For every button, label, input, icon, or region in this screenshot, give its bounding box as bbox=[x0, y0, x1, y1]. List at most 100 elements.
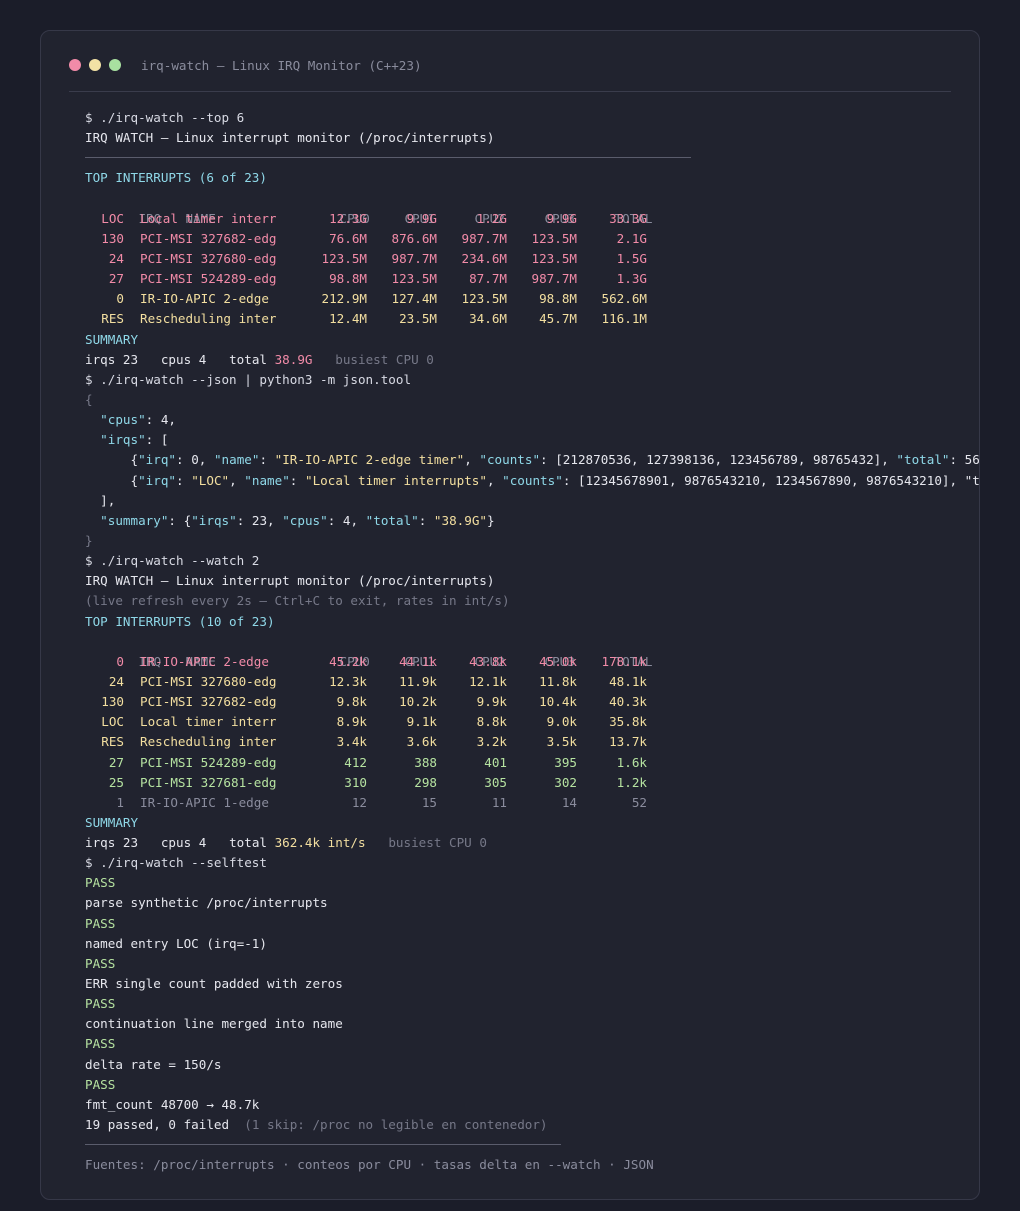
summary-title: SUMMARY bbox=[85, 331, 139, 347]
json-line: } bbox=[85, 532, 93, 548]
cpu3-cell: 14 bbox=[561, 794, 577, 810]
summary-line: irqs 23 cpus 4 total 362.4k int/s busies… bbox=[85, 833, 979, 853]
summary-cpus: cpus 4 bbox=[160, 351, 207, 367]
table-row: 130 PCI-MSI 327682-edg 76.6M 876.6M 987.7M 12… bbox=[85, 229, 979, 249]
minimize-dot-icon[interactable] bbox=[89, 59, 101, 71]
cpu1-cell: 10.2k bbox=[399, 694, 437, 710]
table-row: 24 PCI-MSI 327680-edg 123.5M 987.7M 234.6M 12… bbox=[85, 249, 979, 269]
total-cell: 35.8k bbox=[609, 714, 647, 730]
cpu1-cell: 388 bbox=[414, 754, 437, 770]
summary-irqs: irqs 23 bbox=[85, 835, 139, 851]
cpu0-cell: 9.8k bbox=[336, 694, 367, 710]
banner: IRQ WATCH — Linux interrupt monitor (/pr… bbox=[85, 573, 495, 589]
irq-cell: 130 bbox=[101, 694, 124, 710]
cpu0-cell: 8.9k bbox=[336, 714, 367, 730]
json-line: {"irq": 0, "name": "IR-IO-APIC 2-edge ti… bbox=[130, 452, 980, 468]
cpu2-cell: 34.6M bbox=[469, 311, 507, 327]
command-line: $ ./irq-watch --watch 2 bbox=[85, 553, 260, 569]
test-description: fmt_count 48700 → 48.7k bbox=[85, 1096, 260, 1112]
irq-cell: LOC bbox=[101, 210, 124, 226]
cpu0-cell: 123.5M bbox=[321, 250, 368, 266]
total-cell: 1.2k bbox=[616, 774, 647, 790]
banner: IRQ WATCH — Linux interrupt monitor (/pr… bbox=[85, 130, 495, 146]
test-description: delta rate = 150/s bbox=[85, 1056, 222, 1072]
cpu2-cell: 3.2k bbox=[476, 734, 507, 750]
name-cell: IR-IO-APIC 1-edge bbox=[140, 794, 269, 810]
total-cell: 48.1k bbox=[609, 673, 647, 689]
cpu3-cell: 123.5M bbox=[531, 250, 578, 266]
divider bbox=[85, 148, 979, 168]
irq-cell: 25 bbox=[108, 774, 124, 790]
irq-cell: 0 bbox=[116, 653, 124, 669]
total-cell: 1.5G bbox=[616, 250, 647, 266]
cpu0-cell: 76.6M bbox=[329, 230, 367, 246]
table-row: 27 PCI-MSI 524289-edg 98.8M 123.5M 87.7M 987.… bbox=[85, 269, 979, 289]
cpu1-cell: 123.5M bbox=[391, 271, 438, 287]
cpu1-cell: 44.1k bbox=[399, 653, 437, 669]
total-cell: 2.1G bbox=[616, 230, 647, 246]
cpu1-cell: 9.9G bbox=[406, 210, 437, 226]
command-line: $ ./irq-watch --top 6 bbox=[85, 110, 245, 125]
cpu2-cell: 12.1k bbox=[469, 673, 507, 689]
cpu3-cell: 9.9G bbox=[546, 210, 577, 226]
name-cell: PCI-MSI 327681-edg bbox=[140, 774, 277, 790]
cpu0-cell: 3.4k bbox=[336, 734, 367, 750]
cpu2-cell: 1.2G bbox=[476, 210, 507, 226]
refresh-note: (live refresh every 2s — Ctrl+C to exit,… bbox=[85, 593, 510, 609]
json-line: "irqs": [ bbox=[100, 432, 169, 448]
total-cell: 178.1k bbox=[601, 653, 648, 669]
total-cell: 1.6k bbox=[616, 754, 647, 770]
cpu0-cell: 12 bbox=[351, 794, 367, 810]
name-cell: Rescheduling inter bbox=[140, 311, 277, 327]
cpu2-cell: 305 bbox=[484, 774, 507, 790]
footer-text: Fuentes: /proc/interrupts · conteos por … bbox=[85, 1157, 654, 1173]
cpu2-cell: 234.6M bbox=[461, 250, 508, 266]
test-description: continuation line merged into name bbox=[85, 1016, 343, 1032]
cpu3-cell: 123.5M bbox=[531, 230, 578, 246]
cpu1-cell: 3.6k bbox=[406, 734, 437, 750]
table-header: IRQ NAME CPU0 CPU1 CPU2 CPU3 TOTAL bbox=[85, 189, 979, 226]
irq-cell: 130 bbox=[101, 230, 124, 246]
summary-total-value: 38.9G bbox=[274, 351, 313, 367]
title-bar: irq-watch — Linux IRQ Monitor (C++23) bbox=[69, 53, 422, 77]
cpu0-cell: 98.8M bbox=[329, 271, 367, 287]
section-title: TOP INTERRUPTS (6 of 23) bbox=[85, 170, 267, 186]
summary-line: irqs 23 cpus 4 total 38.9G busiest CPU 0 bbox=[85, 350, 979, 370]
terminal-output[interactable]: $ ./irq-watch --top 6 IRQ WATCH — Linux … bbox=[85, 108, 980, 1175]
test-status: PASS bbox=[85, 915, 116, 931]
name-cell: Rescheduling inter bbox=[140, 734, 277, 750]
close-dot-icon[interactable] bbox=[69, 59, 81, 71]
irq-cell: LOC bbox=[101, 714, 124, 730]
cpu3-cell: 302 bbox=[554, 774, 577, 790]
section-title: TOP INTERRUPTS (10 of 23) bbox=[85, 613, 275, 629]
table-row: 27 PCI-MSI 524289-edg 412 388 401 395 1.6k bbox=[85, 753, 979, 773]
table-row: 130 PCI-MSI 327682-edg 9.8k 10.2k 9.9k 10.4k 4… bbox=[85, 692, 979, 712]
command-line: $ ./irq-watch --json | python3 -m json.t… bbox=[85, 371, 412, 387]
cpu0-cell: 310 bbox=[344, 774, 367, 790]
total-cell: 116.1M bbox=[601, 311, 648, 327]
table-row: 0 IR-IO-APIC 2-edge 45.2k 44.1k 43.8k 45.0k 17… bbox=[85, 652, 979, 672]
test-description: ERR single count padded with zeros bbox=[85, 976, 343, 992]
cpu3-cell: 9.0k bbox=[546, 714, 577, 730]
total-cell: 52 bbox=[631, 794, 647, 810]
cpu1-cell: 15 bbox=[421, 794, 437, 810]
test-status: PASS bbox=[85, 955, 116, 971]
title-divider bbox=[69, 91, 951, 92]
name-cell: IR-IO-APIC 2-edge bbox=[140, 291, 269, 307]
irq-cell: 27 bbox=[108, 271, 124, 287]
cpu2-cell: 87.7M bbox=[469, 271, 507, 287]
name-cell: Local timer interr bbox=[140, 210, 277, 226]
cpu3-cell: 11.8k bbox=[539, 673, 577, 689]
irq-rate-table: 0 IR-IO-APIC 2-edge 45.2k 44.1k 43.8k 45.0k 17… bbox=[85, 652, 979, 813]
total-cell: 562.6M bbox=[601, 291, 648, 307]
test-status: PASS bbox=[85, 1076, 116, 1092]
cpu2-cell: 401 bbox=[484, 754, 507, 770]
name-cell: PCI-MSI 327682-edg bbox=[140, 694, 277, 710]
summary-total-value: 362.4k int/s bbox=[274, 835, 366, 851]
name-cell: PCI-MSI 327680-edg bbox=[140, 673, 277, 689]
cpu2-cell: 123.5M bbox=[461, 291, 508, 307]
maximize-dot-icon[interactable] bbox=[109, 59, 121, 71]
cpu1-cell: 11.9k bbox=[399, 673, 437, 689]
window-title: irq-watch — Linux IRQ Monitor (C++23) bbox=[141, 57, 422, 73]
summary-busiest: busiest CPU 0 bbox=[388, 835, 487, 851]
